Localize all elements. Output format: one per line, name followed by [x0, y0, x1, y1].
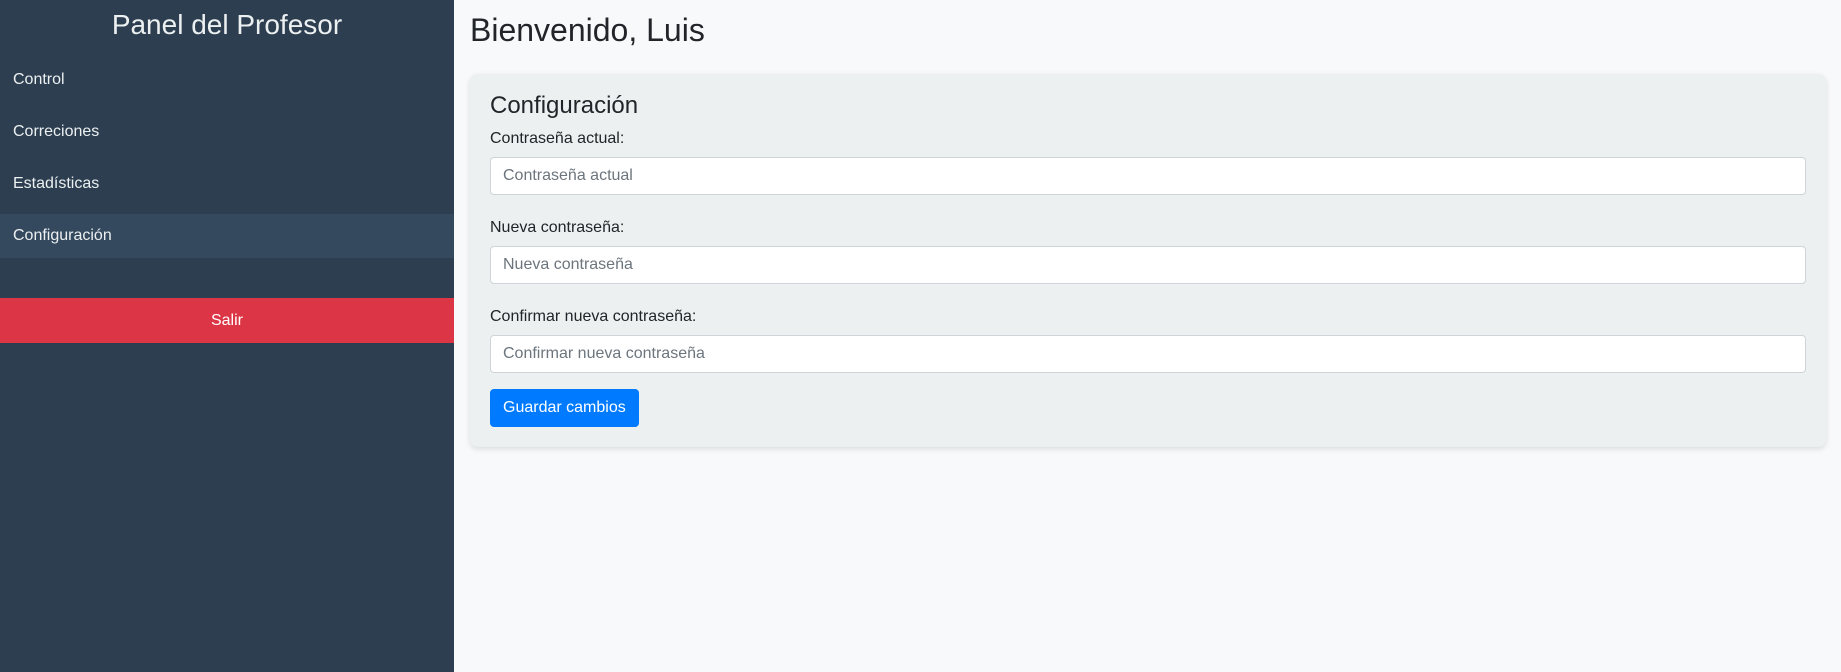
new-password-group: Nueva contraseña: — [490, 219, 1806, 284]
sidebar-item-correciones[interactable]: Correciones — [0, 110, 454, 154]
sidebar-nav: Control Correciones Estadísticas Configu… — [0, 58, 454, 258]
current-password-label: Contraseña actual: — [490, 130, 625, 147]
main-content: Bienvenido, Luis Configuración Contraseñ… — [454, 0, 1841, 672]
new-password-field[interactable] — [490, 246, 1806, 284]
sidebar-item-configuracion[interactable]: Configuración — [0, 214, 454, 258]
settings-card: Configuración Contraseña actual: Nueva c… — [470, 74, 1826, 447]
page-title: Bienvenido, Luis — [470, 12, 705, 48]
confirm-password-label: Confirmar nueva contraseña: — [490, 308, 697, 325]
confirm-password-group: Confirmar nueva contraseña: — [490, 308, 1806, 373]
sidebar: Panel del Profesor Control Correciones E… — [0, 0, 454, 672]
current-password-group: Contraseña actual: — [490, 130, 1806, 195]
save-button[interactable]: Guardar cambios — [490, 389, 639, 427]
confirm-password-field[interactable] — [490, 335, 1806, 373]
logout-button[interactable]: Salir — [0, 298, 454, 343]
sidebar-item-control[interactable]: Control — [0, 58, 454, 102]
current-password-field[interactable] — [490, 157, 1806, 195]
new-password-label: Nueva contraseña: — [490, 219, 625, 236]
sidebar-item-estadisticas[interactable]: Estadísticas — [0, 162, 454, 206]
app-layout: Panel del Profesor Control Correciones E… — [0, 0, 1841, 672]
sidebar-title: Panel del Profesor — [111, 9, 343, 40]
card-title: Configuración — [490, 92, 639, 119]
